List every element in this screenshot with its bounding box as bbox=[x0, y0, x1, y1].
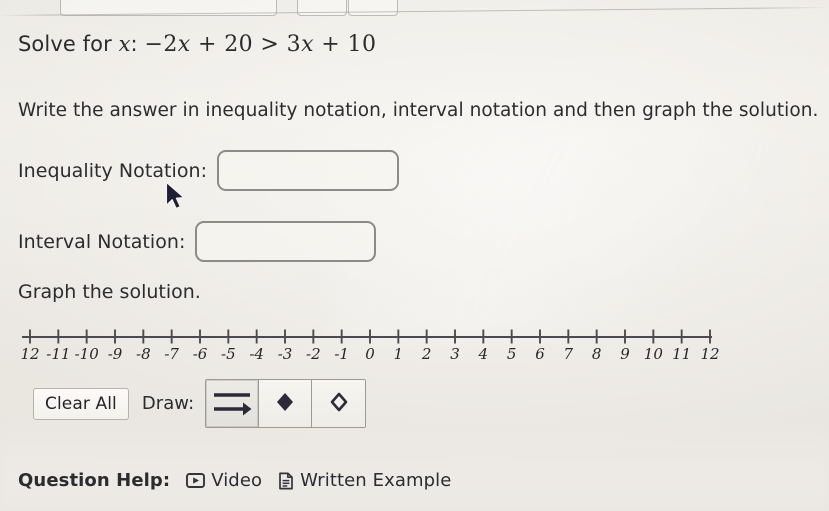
inequality-notation-label: Inequality Notation: bbox=[18, 159, 208, 182]
number-line-tick-label: -11 bbox=[46, 345, 70, 363]
equation-term1-var: x bbox=[177, 32, 191, 57]
equation-term2-coeff: 3 bbox=[286, 32, 302, 57]
number-line-tick-label: 8 bbox=[592, 345, 602, 363]
video-help-link[interactable]: Video bbox=[186, 470, 262, 491]
number-line-tick-label: 6 bbox=[535, 345, 545, 363]
inequality-notation-row: Inequality Notation: bbox=[18, 150, 400, 191]
interval-notation-row: Interval Notation: bbox=[18, 221, 377, 262]
number-line-tick-label: -10 bbox=[75, 345, 100, 363]
number-line-tick-label: 2 bbox=[421, 345, 432, 363]
equation-plus-2: + bbox=[321, 32, 341, 57]
prompt-colon: : bbox=[130, 32, 138, 56]
question-instructions: Write the answer in inequality notation,… bbox=[18, 100, 819, 121]
number-line-tick-label: 7 bbox=[564, 345, 574, 363]
interval-notation-input[interactable] bbox=[195, 221, 377, 262]
number-line-graph[interactable]: 12 -11 -10 -9 -8 -7 -6 -5 -4 -3 -2 -1 0 1 2 3 4 5 6 7 8 9 10 11… bbox=[0, 318, 760, 374]
number-line-tick-label: -6 bbox=[193, 345, 208, 363]
number-line-tick-label: 9 bbox=[620, 345, 630, 363]
open-dot-icon bbox=[326, 389, 352, 418]
number-line-tick-label: 4 bbox=[478, 345, 489, 363]
number-line-tick-label: -8 bbox=[136, 345, 151, 363]
ray-tool-button[interactable] bbox=[206, 380, 260, 427]
question-prompt: Solve for x: −2x + 20 > 3x + 10 bbox=[18, 32, 376, 57]
prompt-variable: x bbox=[118, 32, 131, 56]
number-line-tick-label: 12 bbox=[20, 345, 39, 363]
equation-plus-1: + bbox=[197, 32, 217, 57]
number-line-tick-label: -2 bbox=[306, 345, 321, 363]
question-help: Question Help: Video Written Example bbox=[18, 470, 451, 491]
number-line-tick-labels: 12 -11 -10 -9 -8 -7 -6 -5 -4 -3 -2 -1 0 1 2 3 4 5 6 7 8 9 10 11… bbox=[20, 345, 719, 363]
question-content: Solve for x: −2x + 20 > 3x + 10 Write th… bbox=[0, 0, 829, 511]
number-line-tick-label: 11 bbox=[672, 345, 691, 363]
ray-icon bbox=[212, 387, 252, 420]
number-line-tick-label: 5 bbox=[507, 345, 517, 363]
clear-all-button[interactable]: Clear All bbox=[33, 387, 129, 420]
number-line-tick-label: -1 bbox=[334, 345, 349, 363]
prompt-text: Solve for bbox=[18, 32, 112, 56]
number-line-tick-label: -5 bbox=[221, 345, 236, 363]
equation: −2x + 20 > 3x + 10 bbox=[145, 32, 377, 57]
number-line-tick-label: -9 bbox=[108, 345, 123, 363]
interval-notation-label: Interval Notation: bbox=[18, 230, 186, 253]
number-line-tick-label: -3 bbox=[278, 345, 293, 363]
number-line-tick-label: 12 bbox=[700, 345, 719, 363]
graph-heading: Graph the solution. bbox=[18, 281, 201, 303]
written-example-help-link[interactable]: Written Example bbox=[278, 470, 451, 491]
draw-label: Draw: bbox=[141, 393, 195, 414]
question-help-label: Question Help: bbox=[18, 470, 171, 491]
closed-dot-tool-button[interactable] bbox=[259, 380, 313, 427]
document-icon bbox=[278, 472, 294, 490]
equation-term1-const: 20 bbox=[224, 32, 254, 57]
video-icon bbox=[186, 473, 206, 488]
video-help-text: Video bbox=[211, 470, 263, 491]
open-dot-tool-button[interactable] bbox=[312, 380, 366, 427]
equation-term2-var: x bbox=[301, 32, 314, 57]
written-example-help-text: Written Example bbox=[300, 470, 452, 491]
number-line-tick-label: -4 bbox=[249, 345, 264, 363]
number-line-tick-label: 3 bbox=[450, 345, 460, 363]
equation-term1-coeff: −2 bbox=[144, 32, 178, 57]
closed-dot-icon bbox=[272, 389, 298, 418]
number-line-tick-label: 1 bbox=[394, 345, 404, 363]
number-line-tick-label: -7 bbox=[164, 345, 179, 363]
draw-tool-group bbox=[205, 379, 367, 428]
draw-toolbar: Clear All Draw: bbox=[33, 379, 367, 428]
equation-relation: > bbox=[260, 32, 280, 57]
equation-term2-const: 10 bbox=[347, 32, 377, 57]
number-line-tick-label: 10 bbox=[644, 345, 664, 363]
inequality-notation-input[interactable] bbox=[217, 150, 400, 191]
number-line-tick-label: 0 bbox=[365, 345, 375, 363]
